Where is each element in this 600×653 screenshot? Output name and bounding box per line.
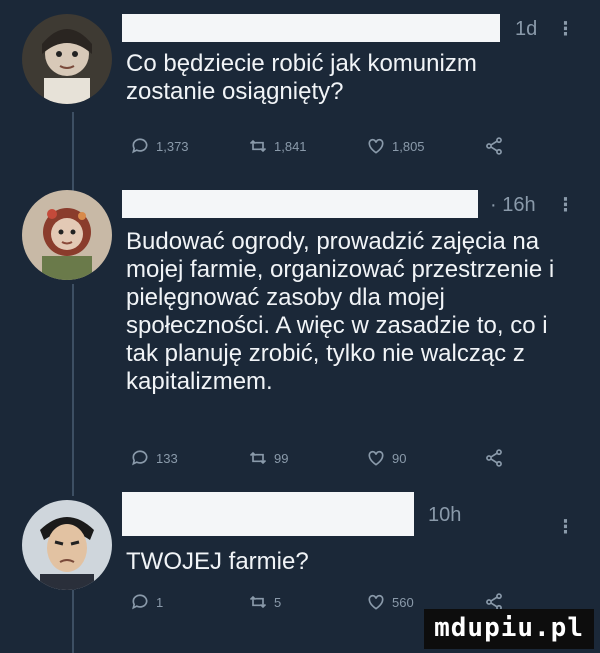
- reply-icon: [132, 138, 148, 154]
- redacted-username: [122, 492, 414, 536]
- tweet-text: Budować ogrody, prowadzić zajęcia na moj…: [126, 228, 555, 395]
- retweet-button[interactable]: 5: [248, 592, 366, 612]
- share-icon: [486, 137, 502, 155]
- like-count: 1,805: [392, 138, 425, 154]
- retweet-button[interactable]: 99: [248, 448, 366, 468]
- reply-icon: [132, 450, 148, 466]
- like-count: 560: [392, 594, 414, 610]
- watermark-logo: mdupiu.pl: [424, 609, 594, 649]
- share-button[interactable]: [484, 448, 514, 468]
- redacted-username: [122, 14, 500, 42]
- redacted-username: [122, 190, 478, 218]
- heart-icon: [368, 450, 384, 466]
- reply-button[interactable]: 1,373: [130, 136, 248, 156]
- tweet-text: Co będziecie robić jak komunizm zostanie…: [126, 50, 477, 105]
- reply-count: 1: [156, 594, 164, 610]
- retweet-icon: [249, 595, 267, 609]
- reply-button[interactable]: 1: [130, 592, 248, 612]
- tweet-2[interactable]: · 16h ⁝ Budować ogrody, prowadzić zajęci…: [0, 180, 600, 490]
- retweet-count: 1,841: [274, 138, 307, 154]
- more-options-icon[interactable]: ⁝: [562, 16, 569, 42]
- retweet-count: 5: [274, 594, 282, 610]
- retweet-icon: [249, 139, 267, 153]
- share-icon: [486, 449, 502, 467]
- share-button[interactable]: [484, 136, 514, 156]
- more-options-icon[interactable]: ⁝: [562, 514, 569, 540]
- timestamp: · 16h: [490, 194, 536, 216]
- heart-icon: [368, 594, 384, 610]
- timestamp: 1d: [515, 18, 538, 40]
- timestamp: 10h: [428, 504, 462, 526]
- tweet-actions: 1,373 1,841 1,805: [130, 136, 514, 156]
- retweet-button[interactable]: 1,841: [248, 136, 366, 156]
- avatar[interactable]: [22, 500, 112, 590]
- tweet-text: TWOJEJ farmie?: [126, 548, 309, 575]
- like-count: 90: [392, 450, 407, 466]
- more-options-icon[interactable]: ⁝: [562, 192, 569, 218]
- like-button[interactable]: 90: [366, 448, 484, 468]
- retweet-icon: [249, 451, 267, 465]
- avatar[interactable]: [22, 14, 112, 104]
- reply-button[interactable]: 133: [130, 448, 248, 468]
- retweet-count: 99: [274, 450, 289, 466]
- tweet-1[interactable]: 1d ⁝ Co będziecie robić jak komunizm zos…: [0, 0, 600, 180]
- reply-icon: [132, 594, 148, 610]
- reply-count: 1,373: [156, 138, 189, 154]
- reply-count: 133: [156, 450, 178, 466]
- heart-icon: [368, 138, 384, 154]
- tweet-actions: 133 99 90: [130, 448, 514, 468]
- avatar[interactable]: [22, 190, 112, 280]
- like-button[interactable]: 1,805: [366, 136, 484, 156]
